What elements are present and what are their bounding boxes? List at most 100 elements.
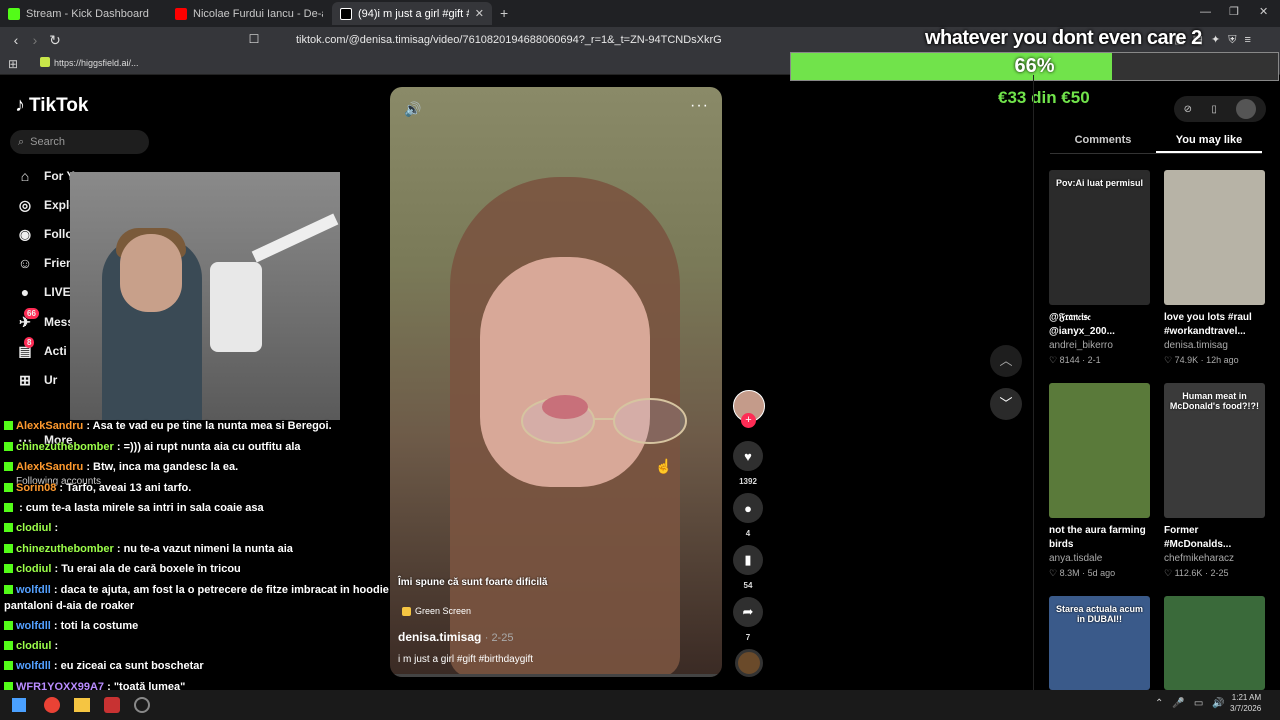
webcam-feed [70,172,340,420]
next-video-button[interactable]: ﹀ [990,388,1022,420]
chat-username[interactable]: clodiul [16,640,51,652]
video-thumbnail[interactable] [1164,596,1265,690]
tab-tiktok[interactable]: (94)i m just a girl #gift #birthday ✕ [332,2,492,25]
video-lips [542,395,588,419]
card-title[interactable]: love you lots #raul #workandtravel... [1164,311,1265,339]
like-button[interactable]: ♥ 1392 [733,441,763,486]
music-disc-icon[interactable] [735,649,763,677]
chat-username[interactable]: chinezuthebomber [16,543,114,555]
chat-username[interactable]: AlexkSandru [16,461,83,473]
forward-icon[interactable]: › [27,32,43,48]
system-clock[interactable]: 1:21 AM 3/7/2026 [1230,692,1261,714]
recommended-video-card[interactable]: Human meat in McDonald's food?!?! Former … [1164,383,1265,579]
sidebar-item-label: LIVE [44,285,71,299]
close-tab-icon[interactable]: ✕ [475,7,484,20]
chat-username[interactable]: wolfdll [16,660,51,672]
restore-icon[interactable]: ❐ [1229,5,1239,18]
window-close-icon[interactable]: ✕ [1259,5,1268,18]
reload-icon[interactable]: ↻ [47,32,63,49]
chrome-icon[interactable] [44,697,60,713]
video-thumbnail[interactable]: Starea actuala acum in DUBAI!! [1049,596,1150,690]
bookmark-link[interactable]: https://higgsfield.ai/... [54,58,139,68]
sidebar-item-live[interactable]: ● LIVE [16,281,71,303]
windows-start-icon[interactable] [12,698,26,712]
card-author[interactable]: andrei_bikerro [1049,340,1150,351]
chat-text: : nu te-a vazut nimeni la nunta aia [116,543,293,555]
card-author[interactable]: anya.tisdale [1049,553,1150,564]
new-tab-button[interactable]: + [500,5,508,21]
tab-kick-dashboard[interactable]: Stream - Kick Dashboard [0,2,165,25]
card-author[interactable]: denisa.timisag [1164,340,1265,351]
card-title[interactable]: Former #McDonalds... [1164,524,1265,552]
chat-username[interactable]: wolfdll [16,620,51,632]
tab-comments[interactable]: Comments [1050,126,1156,153]
chat-text: : eu ziceai ca sunt boschetar [53,660,204,672]
more-options-icon[interactable]: ··· [690,97,709,115]
card-date: 2-1 [1087,355,1101,365]
recommended-video-card[interactable]: Pov:Ai luat permisul @𝔉𝔯𝔞𝔫𝔠𝔦𝔰𝔠 @ianyx_200… [1049,170,1150,366]
video-thumbnail[interactable] [1164,170,1265,305]
recommended-video-card[interactable]: not the aura farming birds anya.tisdale ♡ … [1049,383,1150,579]
heart-outline-icon: ♡ [1049,355,1060,365]
chat-text: : Tu erai ala de cară boxele în tricou [54,563,241,575]
video-thumbnail[interactable]: Human meat in McDonald's food?!?! [1164,383,1265,518]
mouse-cursor-icon: ☝ [655,458,673,474]
recommended-video-card[interactable]: love you lots #raul #workandtravel... den… [1164,170,1265,366]
card-title[interactable]: @𝔉𝔯𝔞𝔫𝔠𝔦𝔰𝔠 @ianyx_200... [1049,311,1150,339]
chat-message: Sorin08 : Tarfo, aveai 13 ani tarfo. [4,482,191,494]
chat-username[interactable]: clodiul [16,563,51,575]
url-field[interactable]: tiktok.com/@denisa.timisag/video/7610820… [272,30,792,50]
recommended-video-card[interactable]: Starea actuala acum in DUBAI!! [1049,596,1150,690]
profile-avatar[interactable] [1236,99,1257,119]
tray-icons[interactable]: ⌃🎤▭🔊 [1155,698,1234,709]
chat-username[interactable]: AlexkSandru [16,420,83,432]
folder-icon[interactable] [74,698,90,712]
video-progress-bar[interactable] [390,674,722,677]
chat-text: : daca te ajuta, am fost la o petrecere … [53,584,402,596]
follow-plus-icon[interactable]: + [741,413,756,428]
tab-youtube[interactable]: Nicolae Furdui Iancu - De-ar veni pri [167,2,329,25]
apps-icon[interactable]: ⊞ [8,57,18,71]
author-name[interactable]: denisa.timisag [398,630,481,644]
minimize-icon[interactable]: — [1200,6,1211,18]
phone-icon[interactable]: ▯ [1211,104,1217,115]
save-button[interactable]: ▮ 54 [733,545,763,590]
sidebar-item-acti[interactable]: ▤ 8 Acti [16,336,67,362]
tiktok-logo[interactable]: ♪ TikTok [15,94,88,117]
effect-tag[interactable]: Green Screen [402,606,471,616]
chat-message: AlexkSandru : Btw, inca ma gandesc la ea… [4,461,238,473]
settings-icon[interactable] [134,697,150,713]
compass-icon[interactable]: ⊘ [1184,104,1192,115]
card-author[interactable]: chefmikeharacz [1164,553,1265,564]
logo-text: TikTok [29,94,89,116]
chat-username[interactable]: clodiul [16,522,51,534]
like-count: 1392 [739,477,757,486]
card-title[interactable]: not the aura farming birds [1049,524,1150,552]
sidebar-item-label: Acti [44,344,67,358]
recommended-video-card[interactable] [1164,596,1265,690]
video-thumbnail[interactable]: Pov:Ai luat permisul [1049,170,1150,305]
tab-you-may-like[interactable]: You may like [1156,126,1262,153]
effect-icon [402,606,411,616]
back-icon[interactable]: ‹ [8,32,24,48]
video-thumbnail[interactable] [1049,383,1150,518]
video-player[interactable]: 🔊 ··· Îmi spune că sunt foarte dificilă … [390,87,722,677]
chat-username[interactable]: Sorin08 [16,482,56,494]
bookmark-icon[interactable]: ☐ [246,32,262,46]
sidebar-item-ur[interactable]: ⊞ Ur [16,369,57,391]
video-author[interactable]: denisa.timisag · 2-25 [398,630,513,644]
chat-username[interactable]: chinezuthebomber [16,441,114,453]
previous-video-button[interactable]: ︿ [990,345,1022,377]
search-input[interactable]: ⌕ Search [10,130,149,154]
chat-text: : =))) ai rupt nunta aia cu outfitu ala [116,441,301,453]
heart-outline-icon: ♡ [1164,568,1175,578]
comment-button[interactable]: ● 4 [733,493,763,538]
upload-icon: ⊞ [19,371,31,388]
card-meta: ♡ 8144 · 2-1 [1049,355,1150,366]
volume-icon[interactable]: 🔊 [404,101,421,118]
app-icon[interactable] [104,697,120,713]
share-button[interactable]: ➦ 7 [733,597,763,642]
clock-date: 3/7/2026 [1230,704,1262,713]
kick-icon [8,7,20,20]
chat-username[interactable]: wolfdll [16,584,51,596]
